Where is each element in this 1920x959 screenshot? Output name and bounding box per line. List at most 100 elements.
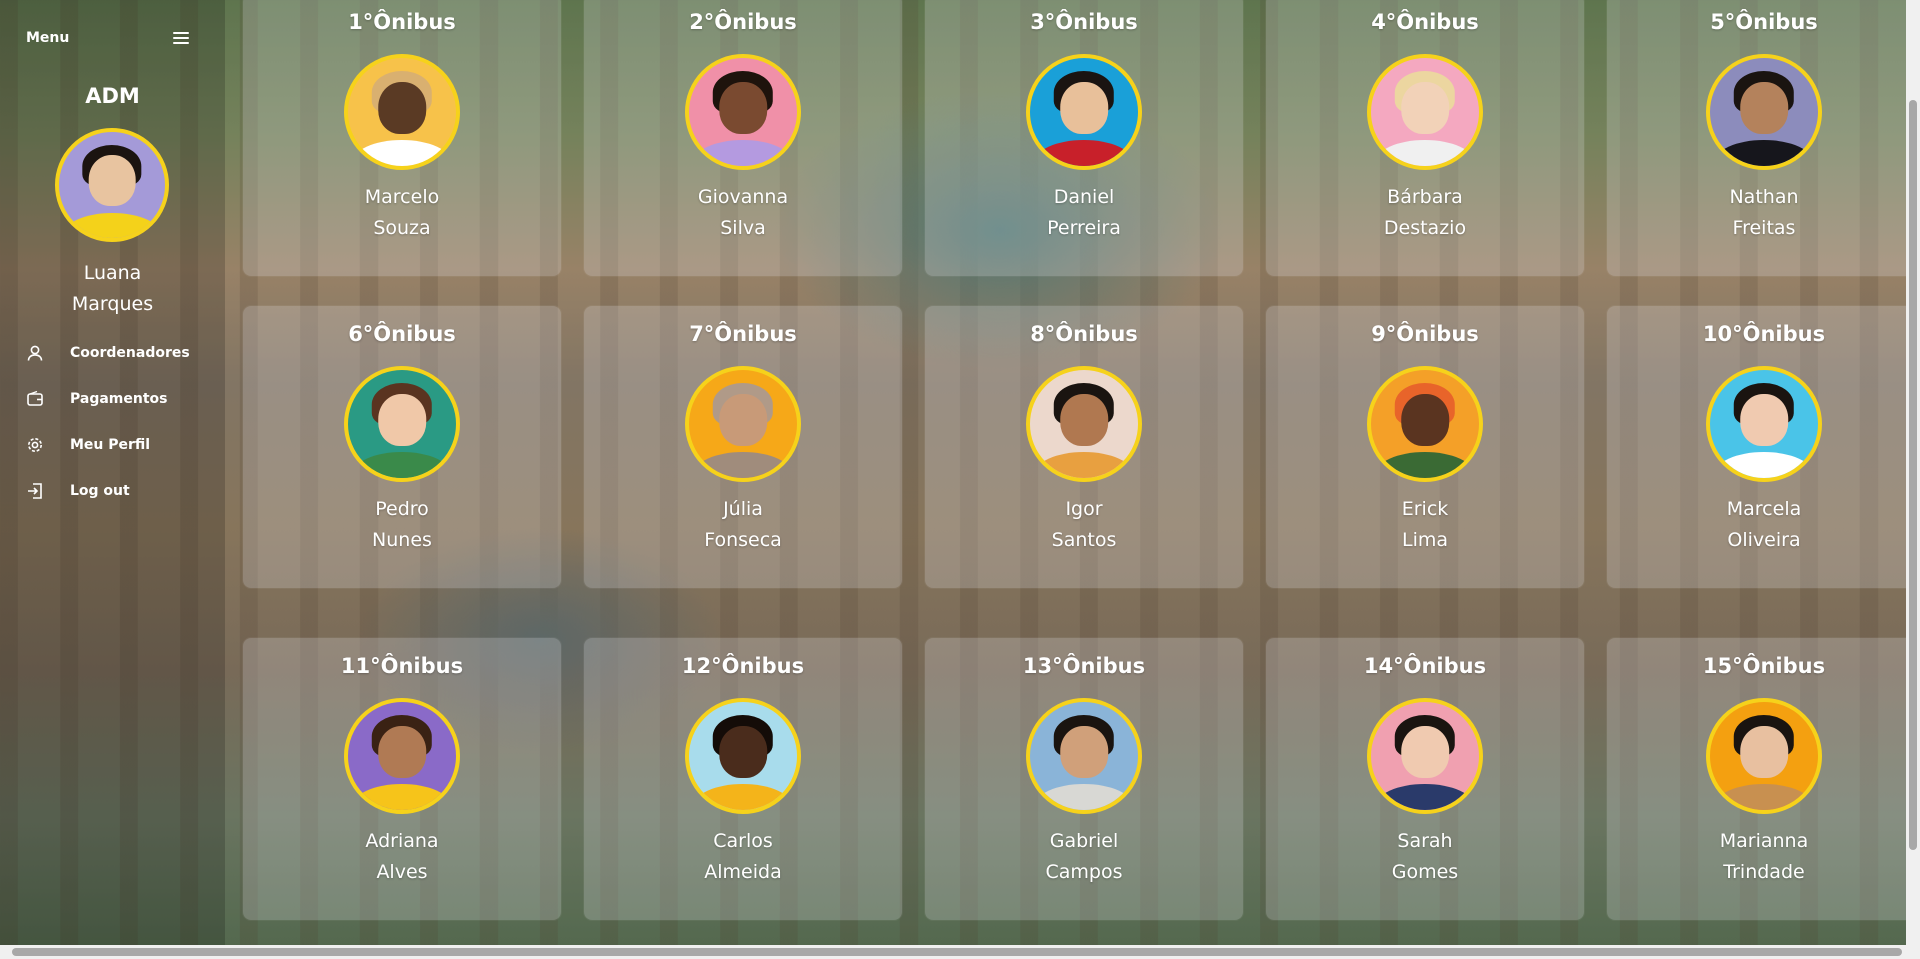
coordinator-first-name: Bárbara [1387,186,1463,208]
sidebar-item-coordenadores[interactable]: Coordenadores [24,330,224,376]
coordinator-portrait [348,702,456,810]
sidebar-item-meu-perfil[interactable]: Meu Perfil [24,422,224,468]
coordinator-first-name: Marcela [1726,498,1802,520]
coordinator-first-name: Gabriel [1049,830,1119,852]
coordinator-name: Giovanna Silva [584,182,902,244]
sidebar-item-label: Meu Perfil [70,437,151,453]
sidebar-item-label: Log out [70,483,130,499]
bus-card[interactable]: 1°Ônibus Marcelo Souza [243,0,561,276]
bus-card[interactable]: 11°Ônibus Adriana Alves [243,638,561,920]
coordinator-portrait [1710,58,1818,166]
bus-card[interactable]: 8°Ônibus Igor Santos [925,306,1243,588]
avatar [1026,54,1142,170]
coordinator-first-name: Erick [1401,498,1449,520]
bus-title: 15°Ônibus [1702,654,1826,678]
menu-header: Menu [26,28,189,48]
coordinator-last-name: Silva [720,217,766,239]
coordinator-portrait [1030,370,1138,478]
coordinator-name: Marianna Trindade [1607,826,1920,888]
coordinator-portrait [689,58,797,166]
user-portrait [59,132,165,238]
avatar [685,366,801,482]
bus-card[interactable]: 7°Ônibus Júlia Fonseca [584,306,902,588]
coordinator-first-name: Igor [1065,498,1103,520]
coordinator-name: Adriana Alves [243,826,561,888]
avatar [344,698,460,814]
bus-title: 4°Ônibus [1371,10,1479,34]
bus-card[interactable]: 3°Ônibus Daniel Perreira [925,0,1243,276]
coordinator-first-name: Nathan [1729,186,1799,208]
coordinator-first-name: Marianna [1719,830,1809,852]
bus-title: 5°Ônibus [1710,10,1818,34]
avatar [344,54,460,170]
sidebar-item-label: Coordenadores [70,345,190,361]
sidebar: Menu ADM Luana Marques Coordenadores Pag… [0,0,225,959]
coordinator-portrait [1371,370,1479,478]
avatar [1026,366,1142,482]
user-first-name: Luana [83,262,142,284]
coordinator-last-name: Oliveira [1727,529,1801,551]
coordinator-name: Marcela Oliveira [1607,494,1920,556]
bus-card[interactable]: 2°Ônibus Giovanna Silva [584,0,902,276]
bus-title: 13°Ônibus [1022,654,1146,678]
coordinator-last-name: Souza [373,217,431,239]
user-name: Luana Marques [0,258,225,320]
bus-card[interactable]: 13°Ônibus Gabriel Campos [925,638,1243,920]
coordinator-portrait [689,370,797,478]
coordinator-name: Nathan Freitas [1607,182,1920,244]
bus-card[interactable]: 14°Ônibus Sarah Gomes [1266,638,1584,920]
bus-card[interactable]: 5°Ônibus Nathan Freitas [1607,0,1920,276]
coordinator-name: Daniel Perreira [925,182,1243,244]
vertical-scrollbar[interactable] [1906,0,1920,945]
coordinator-last-name: Alves [376,861,428,883]
bus-title: 2°Ônibus [689,10,797,34]
sidebar-item-pagamentos[interactable]: Pagamentos [24,376,224,422]
coordinator-portrait [1710,702,1818,810]
sidebar-item-log-out[interactable]: Log out [24,468,224,514]
menu-title: Menu [26,30,70,46]
coordinator-last-name: Lima [1401,529,1448,551]
bus-title: 9°Ônibus [1371,322,1479,346]
avatar[interactable] [55,128,169,242]
coordinator-portrait [1371,58,1479,166]
horizontal-scroll-thumb[interactable] [12,948,1902,956]
bus-title: 8°Ônibus [1030,322,1138,346]
bus-title: 3°Ônibus [1030,10,1138,34]
coordinator-first-name: Pedro [375,498,429,520]
horizontal-scrollbar[interactable] [0,945,1920,959]
bus-card[interactable]: 4°Ônibus Bárbara Destazio [1266,0,1584,276]
avatar [1367,366,1483,482]
bus-card[interactable]: 10°Ônibus Marcela Oliveira [1607,306,1920,588]
avatar [344,366,460,482]
coordinator-portrait [1371,702,1479,810]
bus-card[interactable]: 15°Ônibus Marianna Trindade [1607,638,1920,920]
wallet-icon [24,388,46,410]
coordinator-first-name: Carlos [713,830,773,852]
coordinator-first-name: Daniel [1053,186,1115,208]
coordinator-last-name: Campos [1045,861,1123,883]
hamburger-menu-icon[interactable] [173,32,189,44]
bus-title: 10°Ônibus [1702,322,1826,346]
bus-card[interactable]: 6°Ônibus Pedro Nunes [243,306,561,588]
user-last-name: Marques [71,293,154,315]
bus-card[interactable]: 12°Ônibus Carlos Almeida [584,638,902,920]
bus-card[interactable]: 9°Ônibus Erick Lima [1266,306,1584,588]
coordinator-name: Igor Santos [925,494,1243,556]
avatar [1706,366,1822,482]
coordinator-name: Pedro Nunes [243,494,561,556]
bus-title: 7°Ônibus [689,322,797,346]
coordinator-portrait [348,370,456,478]
coordinator-first-name: Adriana [365,830,439,852]
avatar [1706,698,1822,814]
coordinator-first-name: Giovanna [697,186,789,208]
coordinator-last-name: Nunes [372,529,432,551]
coordinator-portrait [689,702,797,810]
coordinator-last-name: Santos [1051,529,1117,551]
avatar [1026,698,1142,814]
avatar [1367,698,1483,814]
user-role: ADM [85,84,140,108]
coordinator-name: Sarah Gomes [1266,826,1584,888]
coordinator-portrait [1030,702,1138,810]
bus-title: 12°Ônibus [681,654,805,678]
vertical-scroll-thumb[interactable] [1909,100,1917,850]
